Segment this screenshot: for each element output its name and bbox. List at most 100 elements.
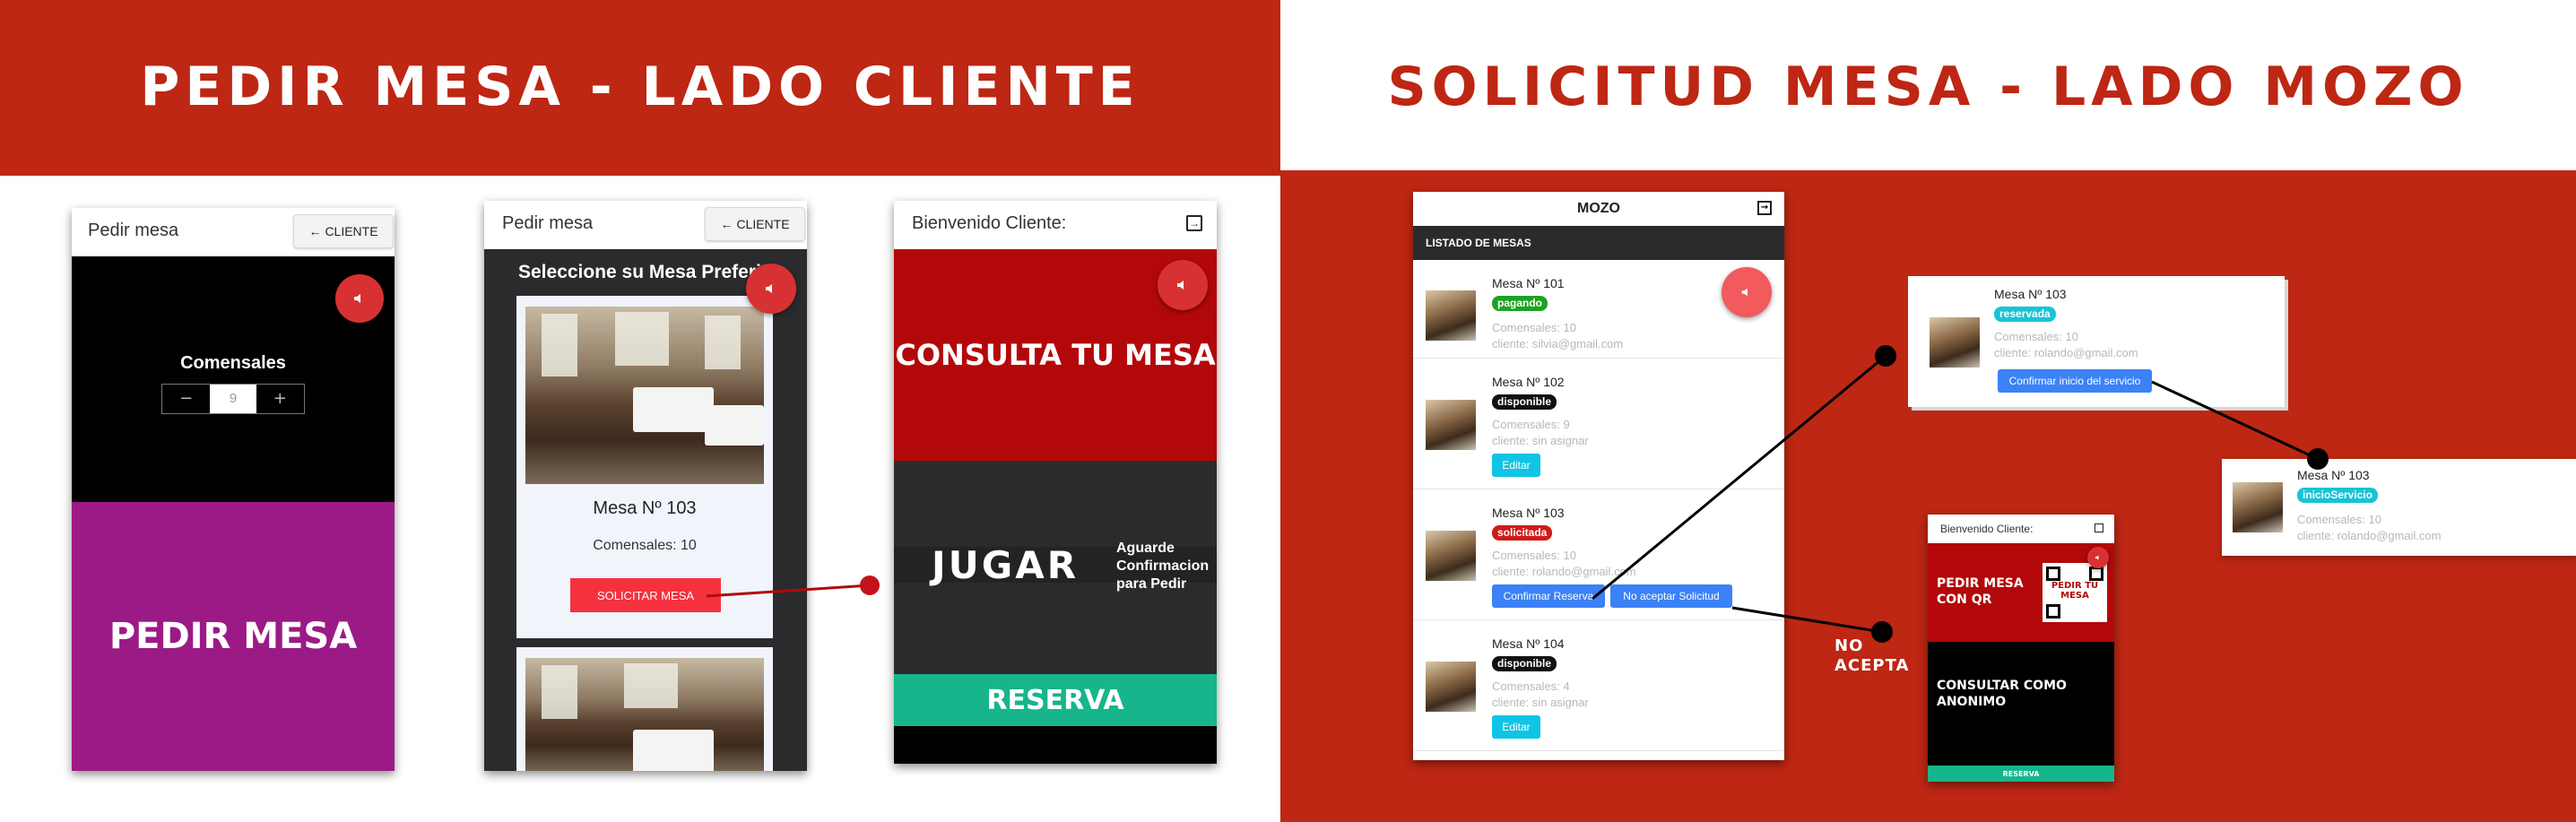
comensales-label: Comensales	[180, 353, 286, 373]
appbar: Bienvenido Cliente: →	[894, 201, 1217, 249]
consulta-mesa-label: CONSULTA TU MESA	[895, 338, 1216, 372]
mini-footer[interactable]: RESERVA	[1928, 766, 2114, 782]
speaker-icon	[354, 294, 360, 303]
sound-button[interactable]	[335, 274, 384, 323]
mesa-comensales: Comensales: 9	[1492, 418, 1570, 431]
mesa-cliente: cliente: silvia@gmail.com	[1492, 337, 1624, 350]
right-banner-title: SOLICITUD MESA - LADO MOZO	[1387, 56, 2469, 118]
mesa-thumbnail	[1426, 290, 1476, 341]
no-aceptar-button[interactable]: No aceptar Solicitud	[1610, 584, 1732, 608]
jugar-button[interactable]: JUGAR	[932, 543, 1120, 587]
speaker-icon	[1177, 281, 1184, 290]
anon-option[interactable]: CONSULTAR COMO ANONIMO	[1928, 642, 2114, 766]
reserva-button[interactable]: RESERVA	[894, 674, 1217, 726]
screen-pedir-mesa-1: Pedir mesa ← CLIENTE Comensales − 9 + PE…	[72, 208, 395, 771]
mesa-thumbnail	[1426, 662, 1476, 712]
mesa-title: Mesa Nº 103	[1994, 287, 2067, 301]
qr-option[interactable]: PEDIR MESA CON QR PEDIR TU MESA	[1928, 543, 2114, 642]
mozo-title: MOZO	[1577, 201, 1620, 216]
back-cliente-label: CLIENTE	[325, 224, 378, 238]
confirmar-reserva-label: Confirmar Reserva	[1503, 590, 1594, 602]
mini-footer-label: RESERVA	[2002, 769, 2040, 778]
sound-button[interactable]	[746, 264, 796, 314]
qr-text: PEDIR TU MESA	[2051, 581, 2099, 601]
solicitar-mesa-button[interactable]: SOLICITAR MESA	[570, 578, 721, 612]
table-row[interactable]: Mesa Nº 101 pagando Comensales: 10 clien…	[1413, 260, 1784, 359]
mesa-comensales: Comensales: 10	[1492, 549, 1576, 562]
arrow-left-icon: ←	[308, 224, 322, 238]
aguarde-label: Aguarde Confirmacion para Pedir	[1116, 541, 1210, 592]
status-badge: disponible	[1492, 394, 1557, 410]
result-card-inicio: Mesa Nº 103 inicioServicio Comensales: 1…	[2222, 459, 2576, 556]
mesa-thumbnail	[2233, 482, 2283, 532]
mesa-title: Mesa Nº 104	[1492, 636, 1565, 651]
logout-icon[interactable]: →	[1186, 215, 1202, 231]
mesa-comensales: Comensales: 10	[593, 538, 697, 553]
appbar-title: Bienvenido Cliente:	[1940, 523, 2034, 535]
mesa-cliente: cliente: rolando@gmail.com	[2297, 529, 2442, 542]
mesa-title: Mesa Nº 103	[1492, 506, 1565, 520]
appbar-title: Bienvenido Cliente:	[912, 213, 1067, 233]
mesa-cliente: cliente: sin asignar	[1492, 434, 1589, 447]
mesa-photo	[525, 658, 764, 771]
editar-label: Editar	[1502, 459, 1531, 472]
bottom-bar	[894, 726, 1217, 764]
screen-bienvenido-cliente: Bienvenido Cliente: → CONSULTA TU MESA J…	[894, 201, 1217, 764]
no-acepta-label: NO ACEPTA	[1834, 636, 1910, 675]
appbar-title: Pedir mesa	[502, 213, 594, 233]
mesa-photo	[525, 307, 764, 484]
editar-button[interactable]: Editar	[1492, 454, 1540, 477]
mozo-appbar: MOZO →	[1413, 192, 1784, 226]
editar-label: Editar	[1502, 721, 1531, 733]
back-cliente-button[interactable]: ← CLIENTE	[705, 207, 805, 241]
mesa-title: Mesa Nº 103	[2297, 468, 2370, 482]
stepper-value[interactable]: 9	[210, 385, 256, 413]
status-badge: solicitada	[1492, 525, 1553, 541]
reserva-label: RESERVA	[986, 684, 1124, 716]
appbar: Bienvenido Cliente:	[1928, 515, 2114, 543]
qr-option-label: PEDIR MESA CON QR	[1937, 576, 2024, 607]
table-row[interactable]: Mesa Nº 104 disponible Comensales: 4 cli…	[1413, 620, 1784, 751]
anon-option-label: CONSULTAR COMO ANONIMO	[1937, 679, 2067, 709]
status-badge: reservada	[1994, 307, 2056, 322]
pedir-mesa-button[interactable]: PEDIR MESA	[72, 502, 395, 771]
table-row[interactable]: Mesa Nº 102 disponible Comensales: 9 cli…	[1413, 359, 1784, 489]
status-badge: disponible	[1492, 656, 1557, 671]
speaker-icon	[2095, 555, 2099, 560]
speaker-icon	[1741, 288, 1748, 297]
appbar-title: Pedir mesa	[88, 221, 179, 240]
screen-pedir-mesa-2: Pedir mesa ← CLIENTE Seleccione su Mesa …	[484, 201, 807, 771]
left-banner-title: PEDIR MESA - LADO CLIENTE	[140, 56, 1141, 118]
mesa-cliente: cliente: rolando@gmail.com	[1994, 346, 2138, 359]
editar-button[interactable]: Editar	[1492, 715, 1540, 739]
logout-icon[interactable]: →	[1757, 201, 1772, 215]
status-badge: inicioServicio	[2297, 488, 2379, 503]
back-cliente-label: CLIENTE	[736, 217, 790, 231]
mesa-title: Mesa Nº 102	[1492, 375, 1565, 389]
stepper-plus-button[interactable]: +	[256, 385, 304, 413]
mesa-comensales: Comensales: 10	[2297, 513, 2381, 526]
appbar: Pedir mesa ← CLIENTE	[484, 201, 807, 249]
mesa-comensales: Comensales: 10	[1492, 321, 1576, 334]
arrow-left-icon: ←	[720, 217, 733, 231]
table-row[interactable]: Mesa Nº 103 solicitada Comensales: 10 cl…	[1413, 489, 1784, 620]
pedir-mesa-label: PEDIR MESA	[108, 616, 358, 657]
confirmar-reserva-button[interactable]: Confirmar Reserva	[1492, 584, 1605, 608]
logout-icon[interactable]	[2095, 523, 2103, 532]
mesa-comensales: Comensales: 4	[1492, 679, 1570, 693]
back-cliente-button[interactable]: ← CLIENTE	[293, 214, 394, 248]
sound-button[interactable]	[1158, 260, 1208, 310]
mesa-title: Mesa Nº 103	[593, 498, 697, 518]
qr-code-icon: PEDIR TU MESA	[2043, 563, 2107, 622]
mesa-cliente: cliente: sin asignar	[1492, 696, 1589, 709]
sound-button[interactable]	[1722, 267, 1772, 317]
mesa-thumbnail	[1426, 531, 1476, 581]
stepper-minus-button[interactable]: −	[162, 385, 210, 413]
mozo-panel: MOZO → LISTADO DE MESAS Mesa Nº 101 paga…	[1413, 192, 1784, 760]
mini-screen-bienvenido: Bienvenido Cliente: PEDIR MESA CON QR PE…	[1928, 515, 2114, 782]
sound-button[interactable]	[2087, 547, 2109, 568]
solicitar-mesa-label: SOLICITAR MESA	[596, 588, 695, 602]
speaker-icon	[766, 284, 772, 293]
mesa-comensales: Comensales: 10	[1994, 330, 2078, 343]
confirmar-inicio-button[interactable]: Confirmar inicio del servicio	[1998, 369, 2152, 393]
